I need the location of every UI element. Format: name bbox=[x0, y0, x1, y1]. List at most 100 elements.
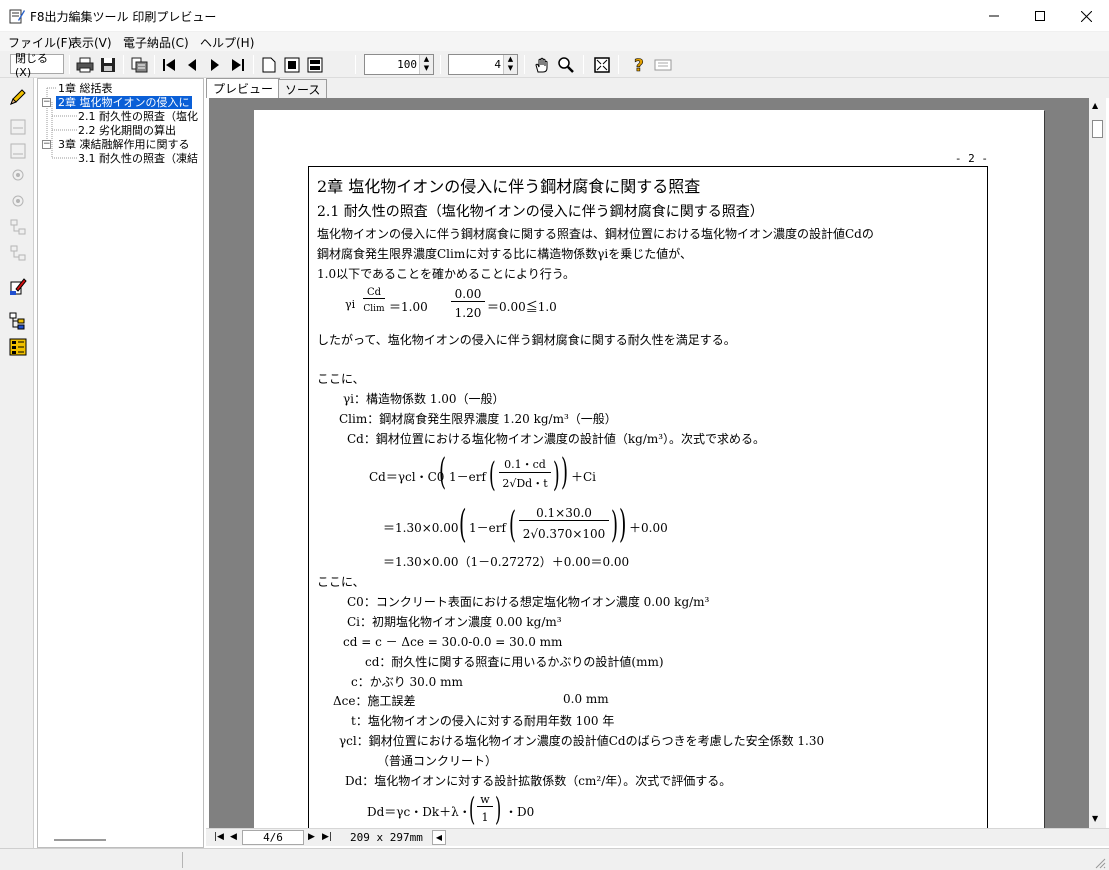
close-button[interactable] bbox=[1063, 0, 1109, 32]
eq1-den: Clim bbox=[363, 304, 385, 314]
definition-value: 0.0 mm bbox=[563, 692, 609, 706]
first-page-button[interactable] bbox=[159, 54, 179, 75]
status-divider bbox=[182, 852, 183, 868]
collapse-icon[interactable]: − bbox=[42, 140, 51, 149]
disabled-tool-button[interactable] bbox=[6, 116, 30, 138]
previous-page-button[interactable] bbox=[182, 54, 202, 75]
chevron-up-icon[interactable]: ▲ bbox=[420, 55, 433, 64]
paren-open: ( bbox=[489, 455, 496, 495]
equation-cd-formula: Cd＝γcl・C0 ( 1－erf ( 0.1・cd 2√Dd・t ) ) ＋C… bbox=[369, 453, 669, 499]
tree-item-section2-2[interactable]: 2.2 劣化期間の算出 bbox=[78, 124, 176, 137]
close-preview-button[interactable]: 閉じる(X) bbox=[10, 52, 64, 79]
tree-item-chapter3[interactable]: 3章 凍結融解作用に関する bbox=[58, 138, 190, 151]
preview-area[interactable]: - 2 - 2章 塩化物イオンの侵入に伴う鋼材腐食に関する照査 2.1 耐久性の… bbox=[209, 98, 1089, 828]
fit-page-button[interactable] bbox=[591, 54, 613, 75]
nav-next-icon[interactable]: ▶ bbox=[308, 832, 315, 842]
help-button[interactable]: ? bbox=[628, 54, 650, 75]
resize-grip-icon[interactable] bbox=[1094, 857, 1106, 869]
tree-item-section2-1[interactable]: 2.1 耐久性の照査（塩化 bbox=[78, 110, 198, 123]
page-indicator[interactable]: 4/6 bbox=[242, 830, 304, 845]
tree-item-chapter1[interactable]: 1章 総括表 bbox=[58, 82, 113, 95]
chapter-title: 2章 塩化物イオンの侵入に伴う鋼材腐食に関する照査 bbox=[317, 177, 701, 196]
toolbar-separator bbox=[253, 55, 254, 74]
list-view-button[interactable] bbox=[6, 336, 30, 358]
hscroll-left-icon[interactable]: ◀ bbox=[432, 830, 446, 845]
zoom-tool-button[interactable] bbox=[555, 54, 577, 75]
pencil-icon bbox=[10, 89, 26, 105]
menu-electronic-delivery[interactable]: 電子納品(C) bbox=[123, 34, 189, 51]
next-page-button[interactable] bbox=[205, 54, 225, 75]
print-button[interactable] bbox=[74, 54, 96, 75]
collapse-icon[interactable]: − bbox=[42, 98, 51, 107]
vertical-scrollbar[interactable]: ▲ ▼ bbox=[1089, 98, 1106, 828]
disabled-tool-button[interactable] bbox=[6, 140, 30, 162]
toolbar-separator bbox=[69, 55, 70, 74]
tree-view-button[interactable] bbox=[6, 310, 30, 332]
page-setup-button[interactable] bbox=[128, 54, 150, 75]
pan-tool-button[interactable] bbox=[531, 54, 553, 75]
eq2-lhs: Cd＝γcl・C0 bbox=[369, 470, 445, 484]
tab-preview[interactable]: プレビュー bbox=[206, 78, 281, 98]
last-page-button[interactable] bbox=[228, 54, 248, 75]
title-bar: F8出力編集ツール 印刷プレビュー bbox=[0, 0, 1109, 32]
paren-close: ) bbox=[495, 790, 502, 828]
outline-tree: 1章 総括表 − 2章 塩化物イオンの侵入に 2.1 耐久性の照査（塩化 2.2… bbox=[37, 78, 204, 848]
info-card-icon bbox=[654, 59, 672, 70]
menu-help[interactable]: ヘルプ(H) bbox=[200, 34, 254, 51]
definition-line: Clim：鋼材腐食発生限界濃度 1.20 kg/m³（一般） bbox=[339, 412, 617, 426]
tree-icon bbox=[9, 312, 25, 330]
zoom-spin-arrows[interactable]: ▲ ▼ bbox=[419, 55, 433, 74]
chevron-down-icon[interactable]: ▼ bbox=[504, 64, 517, 73]
single-page-button[interactable] bbox=[258, 54, 280, 75]
eq3-frac-den: 1 bbox=[481, 811, 489, 824]
scrollbar-thumb[interactable] bbox=[1092, 120, 1103, 138]
scroll-down-icon[interactable]: ▼ bbox=[1092, 814, 1098, 823]
eq2-row2-tail: ＋0.00 bbox=[629, 521, 668, 535]
definition-line: cd：耐久性に関する照査に用いるかぶりの設計値(mm) bbox=[365, 655, 664, 669]
two-page-button[interactable] bbox=[281, 54, 303, 75]
tree-item-chapter2[interactable]: 2章 塩化物イオンの侵入に bbox=[56, 96, 192, 109]
tree-item-section3-1[interactable]: 3.1 耐久性の照査（凍結 bbox=[78, 152, 198, 165]
page-spin-arrows[interactable]: ▲ ▼ bbox=[503, 55, 517, 74]
zoom-stepper[interactable]: ▲▼ bbox=[364, 54, 434, 75]
multi-page-button[interactable] bbox=[304, 54, 326, 75]
nav-last-icon[interactable]: ▶| bbox=[322, 832, 332, 842]
disabled-tool-button[interactable] bbox=[6, 216, 30, 238]
equation-cd-result: ＝1.30×0.00（1－0.27272）＋0.00＝0.00 bbox=[383, 555, 630, 569]
eq2-one-minus: 1－erf bbox=[449, 470, 486, 484]
color-tool-button[interactable] bbox=[6, 276, 30, 298]
definition-line: γi：構造物係数 1.00（一般） bbox=[343, 392, 505, 406]
paragraph-line: 鋼材腐食発生限界濃度Climに対する比に構造物係数γiを乗じた値が、 bbox=[317, 247, 693, 261]
save-button[interactable] bbox=[97, 54, 119, 75]
edit-tool-button[interactable] bbox=[6, 86, 30, 108]
chevron-up-icon[interactable]: ▲ bbox=[504, 55, 517, 64]
tab-source[interactable]: ソース bbox=[278, 79, 328, 98]
left-toolbar bbox=[0, 78, 34, 848]
page-setup-icon bbox=[131, 57, 148, 72]
eq2-row2-den: 2√0.370×100 bbox=[522, 527, 606, 541]
paragraph-line: 塩化物イオンの侵入に伴う鋼材腐食に関する照査は、鋼材位置における塩化物イオン濃度… bbox=[317, 227, 874, 241]
disabled-tool-button[interactable] bbox=[6, 190, 30, 212]
window-title: F8出力編集ツール 印刷プレビュー bbox=[30, 10, 217, 24]
nav-first-icon[interactable]: |◀ bbox=[214, 832, 224, 842]
eq3-tail: ・D0 bbox=[505, 805, 535, 819]
disabled-tool-button[interactable] bbox=[6, 242, 30, 264]
menu-view[interactable]: 表示(V) bbox=[70, 34, 112, 51]
nav-prev-icon[interactable]: ◀ bbox=[230, 832, 237, 842]
eq1-result: ＝0.00≦1.0 bbox=[487, 300, 557, 314]
menu-file[interactable]: ファイル(F) bbox=[8, 34, 72, 51]
scroll-up-icon[interactable]: ▲ bbox=[1092, 101, 1098, 110]
definition-line: Dd：塩化物イオンに対する設計拡散係数（cm²/年）。次式で評価する。 bbox=[345, 774, 732, 788]
tree-splitter-grip[interactable] bbox=[54, 839, 106, 841]
maximize-button[interactable] bbox=[1017, 0, 1063, 32]
gear-icon bbox=[12, 169, 24, 181]
page-stepper[interactable]: ▲▼ bbox=[448, 54, 518, 75]
hand-icon bbox=[535, 57, 548, 72]
next-page-icon bbox=[211, 58, 219, 71]
structure-icon bbox=[10, 219, 26, 235]
info-button[interactable] bbox=[652, 54, 674, 75]
toolbar-separator bbox=[154, 55, 155, 74]
disabled-tool-button[interactable] bbox=[6, 164, 30, 186]
minimize-button[interactable] bbox=[971, 0, 1017, 32]
chevron-down-icon[interactable]: ▼ bbox=[420, 64, 433, 73]
